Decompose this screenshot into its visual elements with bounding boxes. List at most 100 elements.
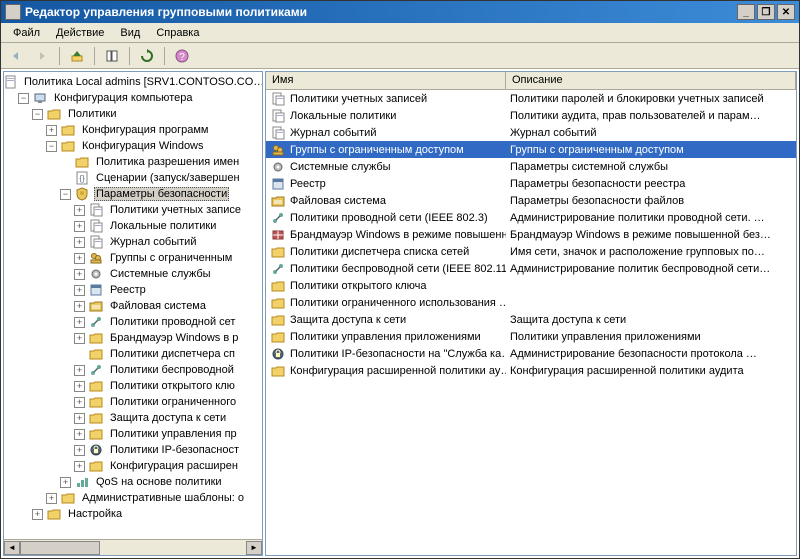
tree-row[interactable]: +Журнал событий — [4, 234, 262, 250]
column-header-desc[interactable]: Описание — [506, 72, 796, 89]
tree-row[interactable]: +Локальные политики — [4, 218, 262, 234]
list-row[interactable]: Локальные политикиПолитики аудита, прав … — [266, 107, 796, 124]
tree-toggle-icon[interactable]: + — [74, 205, 85, 216]
tree-row[interactable]: −Конфигурация компьютера — [4, 90, 262, 106]
tree-toggle-icon[interactable]: − — [32, 109, 43, 120]
list-row[interactable]: Политики проводной сети (IEEE 802.3)Адми… — [266, 209, 796, 226]
tree-row[interactable]: + Брандмауэр Windows в р — [4, 330, 262, 346]
menu-view[interactable]: Вид — [112, 25, 148, 41]
tree-row[interactable]: +Настройка — [4, 506, 262, 522]
tree-toggle-icon[interactable]: + — [60, 477, 71, 488]
tree-toggle-icon[interactable]: + — [74, 285, 85, 296]
refresh-button[interactable] — [136, 45, 158, 67]
tree-view[interactable]: Политика Local admins [SRV1.CONTOSO.CO…−… — [4, 72, 262, 524]
tree-toggle-icon[interactable]: + — [74, 269, 85, 280]
tree-toggle-icon[interactable]: + — [74, 461, 85, 472]
list-row[interactable]: Политики открытого ключа — [266, 277, 796, 294]
tree-row[interactable]: −Параметры безопасности — [4, 186, 262, 202]
close-button[interactable]: ✕ — [777, 4, 795, 20]
menu-help[interactable]: Справка — [148, 25, 207, 41]
list-row[interactable]: Конфигурация расширенной политики ау…Кон… — [266, 362, 796, 379]
tree-toggle-icon[interactable]: + — [74, 333, 85, 344]
list-row[interactable]: Журнал событийЖурнал событий — [266, 124, 796, 141]
tree-toggle-icon[interactable]: + — [74, 381, 85, 392]
tree-row[interactable]: +Системные службы — [4, 266, 262, 282]
tree-row[interactable]: Политика Local admins [SRV1.CONTOSO.CO… — [4, 74, 262, 90]
tree-row[interactable]: +Реестр — [4, 282, 262, 298]
help-button[interactable]: ? — [171, 45, 193, 67]
list-row[interactable]: Политики управления приложениямиПолитики… — [266, 328, 796, 345]
minimize-button[interactable]: _ — [737, 4, 755, 20]
menu-file[interactable]: Файл — [5, 25, 48, 41]
tree-item-label: Политики проводной сет — [108, 315, 237, 329]
tree-row[interactable]: +QoS на основе политики — [4, 474, 262, 490]
list-item-name: Конфигурация расширенной политики ау… — [290, 365, 506, 377]
tree-row[interactable]: +Политики управления пр — [4, 426, 262, 442]
list-row[interactable]: Политики IP-безопасности на "Служба ка…А… — [266, 345, 796, 362]
tree-row[interactable]: +Конфигурация расширен — [4, 458, 262, 474]
tree-item-icon — [88, 250, 104, 266]
forward-button[interactable] — [31, 45, 53, 67]
tree-row[interactable]: +Файловая система — [4, 298, 262, 314]
tree-row[interactable]: +Политики беспроводной — [4, 362, 262, 378]
tree-row[interactable]: +Политики учетных записе — [4, 202, 262, 218]
show-hide-button[interactable] — [101, 45, 123, 67]
tree-row[interactable]: +Группы с ограниченным — [4, 250, 262, 266]
tree-row[interactable]: +Защита доступа к сети — [4, 410, 262, 426]
list-item-name: Политики управления приложениями — [290, 331, 481, 343]
tree-toggle-icon[interactable]: + — [46, 125, 57, 136]
list-view[interactable]: Политики учетных записейПолитики паролей… — [266, 90, 796, 555]
menu-action[interactable]: Действие — [48, 25, 112, 41]
tree-toggle-icon[interactable]: + — [74, 301, 85, 312]
list-row[interactable]: Политики диспетчера списка сетейИмя сети… — [266, 243, 796, 260]
tree-row[interactable]: + Политики проводной сет — [4, 314, 262, 330]
tree-toggle-icon[interactable]: − — [46, 141, 57, 152]
list-row[interactable]: Группы с ограниченным доступомГруппы с о… — [266, 141, 796, 158]
list-item-name: Файловая система — [290, 195, 386, 207]
tree-row[interactable]: +Конфигурация программ — [4, 122, 262, 138]
tree-toggle-icon[interactable]: − — [18, 93, 29, 104]
tree-item-label: Политики — [66, 107, 119, 121]
list-row[interactable]: Защита доступа к сетиЗащита доступа к се… — [266, 311, 796, 328]
tree-item-label: Брандмауэр Windows в р — [108, 331, 240, 345]
list-row[interactable]: Брандмауэр Windows в режиме повышенн…Бра… — [266, 226, 796, 243]
scroll-track[interactable] — [20, 541, 246, 555]
tree-item-label: Политики IP-безопасност — [108, 443, 241, 457]
toolbar-separator — [59, 47, 60, 65]
tree-toggle-icon[interactable]: + — [74, 253, 85, 264]
list-row[interactable]: Системные службыПараметры системной служ… — [266, 158, 796, 175]
list-row[interactable]: Политики беспроводной сети (IEEE 802.11)… — [266, 260, 796, 277]
scroll-thumb[interactable] — [20, 541, 100, 555]
tree-row[interactable]: Политика разрешения имен — [4, 154, 262, 170]
tree-row[interactable]: − Политики — [4, 106, 262, 122]
tree-row[interactable]: +Политики ограниченного — [4, 394, 262, 410]
column-header-name[interactable]: Имя — [266, 72, 506, 89]
back-button[interactable] — [5, 45, 27, 67]
list-row[interactable]: Политики учетных записейПолитики паролей… — [266, 90, 796, 107]
tree-toggle-icon[interactable]: + — [46, 493, 57, 504]
tree-row[interactable]: −Конфигурация Windows — [4, 138, 262, 154]
list-row[interactable]: Файловая системаПараметры безопасности ф… — [266, 192, 796, 209]
tree-row[interactable]: Политики диспетчера сп — [4, 346, 262, 362]
list-row[interactable]: Политики ограниченного использования … — [266, 294, 796, 311]
tree-horizontal-scrollbar[interactable]: ◄ ► — [4, 539, 262, 555]
tree-toggle-icon[interactable]: + — [74, 413, 85, 424]
tree-row[interactable]: +Административные шаблоны: о — [4, 490, 262, 506]
tree-toggle-icon[interactable]: + — [74, 445, 85, 456]
restore-button[interactable]: ❐ — [757, 4, 775, 20]
tree-toggle-icon[interactable]: + — [74, 237, 85, 248]
tree-toggle-icon[interactable]: + — [32, 509, 43, 520]
list-row[interactable]: РеестрПараметры безопасности реестра — [266, 175, 796, 192]
tree-row[interactable]: + Политики IP-безопасност — [4, 442, 262, 458]
tree-toggle-icon[interactable]: + — [74, 429, 85, 440]
scroll-left-button[interactable]: ◄ — [4, 541, 20, 555]
tree-toggle-icon[interactable]: − — [60, 189, 71, 200]
tree-toggle-icon[interactable]: + — [74, 397, 85, 408]
scroll-right-button[interactable]: ► — [246, 541, 262, 555]
tree-toggle-icon[interactable]: + — [74, 221, 85, 232]
tree-row[interactable]: {}Сценарии (запуск/завершен — [4, 170, 262, 186]
tree-toggle-icon[interactable]: + — [74, 317, 85, 328]
tree-toggle-icon[interactable]: + — [74, 365, 85, 376]
tree-row[interactable]: +Политики открытого клю — [4, 378, 262, 394]
up-button[interactable] — [66, 45, 88, 67]
